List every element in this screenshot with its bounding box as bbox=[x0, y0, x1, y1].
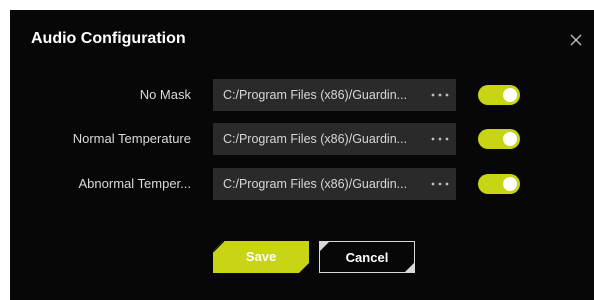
row-label: Normal Temperature bbox=[72, 131, 191, 146]
enable-toggle[interactable] bbox=[478, 174, 520, 194]
corner-notch-icon bbox=[402, 260, 414, 272]
browse-more-icon[interactable] bbox=[431, 79, 449, 111]
cancel-button-label: Cancel bbox=[345, 250, 389, 265]
audio-file-path: C:/Program Files (x86)/Guardin... bbox=[223, 88, 408, 102]
audio-configuration-dialog: Audio Configuration No Mask C:/Program F… bbox=[10, 10, 594, 300]
close-button[interactable] bbox=[568, 32, 584, 48]
toggle-knob bbox=[503, 88, 517, 102]
audio-file-path-field[interactable]: C:/Program Files (x86)/Guardin... bbox=[213, 123, 456, 155]
save-button-label: Save bbox=[245, 249, 277, 264]
row-label: No Mask bbox=[139, 87, 191, 102]
cancel-button[interactable]: Cancel bbox=[319, 241, 415, 273]
toggle-knob bbox=[503, 177, 517, 191]
audio-row-normal-temperature: Normal Temperature C:/Program Files (x86… bbox=[10, 123, 594, 155]
audio-file-path-field[interactable]: C:/Program Files (x86)/Guardin... bbox=[213, 168, 456, 200]
audio-file-path: C:/Program Files (x86)/Guardin... bbox=[223, 132, 408, 146]
browse-more-icon[interactable] bbox=[431, 168, 449, 200]
audio-row-no-mask: No Mask C:/Program Files (x86)/Guardin..… bbox=[10, 79, 594, 111]
audio-file-path: C:/Program Files (x86)/Guardin... bbox=[223, 177, 408, 191]
corner-notch-icon bbox=[213, 241, 225, 253]
row-label: Abnormal Temper... bbox=[78, 176, 191, 191]
dialog-title: Audio Configuration bbox=[31, 30, 186, 47]
corner-notch-icon bbox=[320, 242, 332, 254]
enable-toggle[interactable] bbox=[478, 129, 520, 149]
browse-more-icon[interactable] bbox=[431, 123, 449, 155]
audio-file-path-field[interactable]: C:/Program Files (x86)/Guardin... bbox=[213, 79, 456, 111]
close-icon bbox=[568, 32, 584, 48]
toggle-knob bbox=[503, 132, 517, 146]
enable-toggle[interactable] bbox=[478, 85, 520, 105]
save-button[interactable]: Save bbox=[213, 241, 309, 273]
corner-notch-icon bbox=[297, 261, 309, 273]
audio-row-abnormal-temperature: Abnormal Temper... C:/Program Files (x86… bbox=[10, 168, 594, 200]
